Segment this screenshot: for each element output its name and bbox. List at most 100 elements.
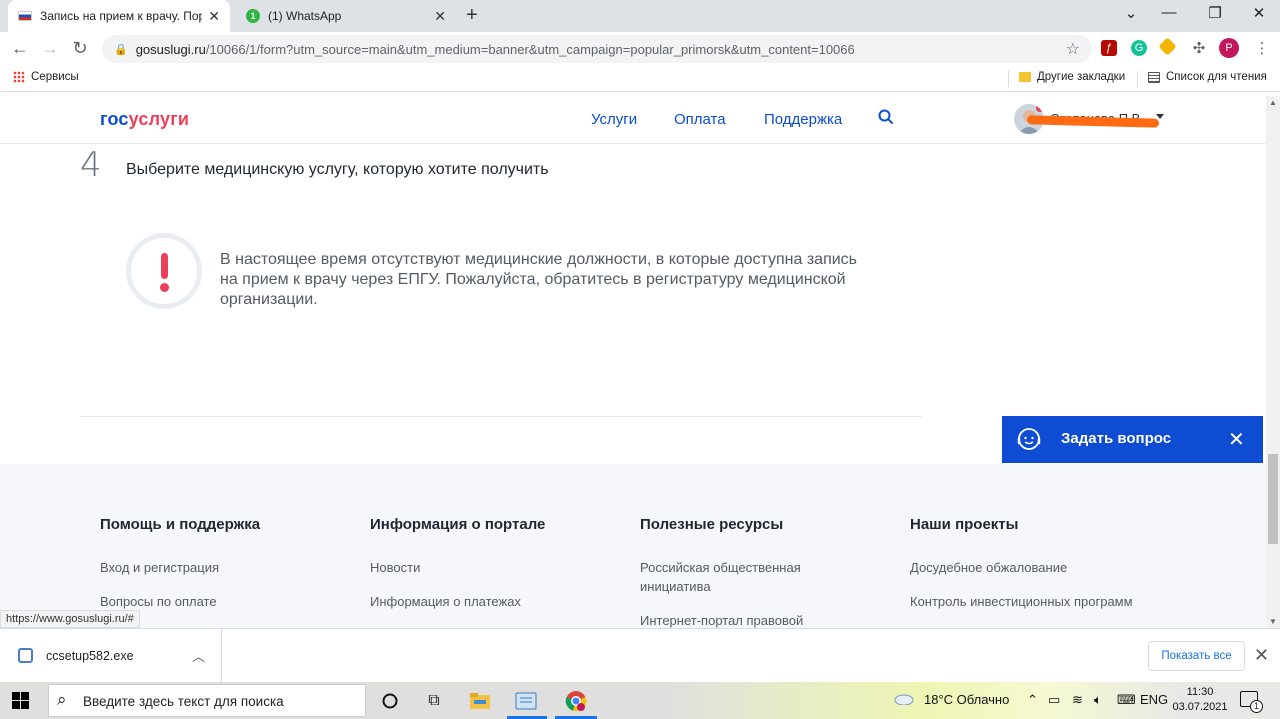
close-window-button[interactable]: ✕ <box>1244 4 1274 22</box>
download-filename: ccsetup582.exe <box>46 649 134 663</box>
windows-start-icon[interactable] <box>12 692 29 709</box>
footer-link[interactable]: Российская общественная инициатива <box>640 558 830 596</box>
tab-search-icon[interactable]: ⌄ <box>1116 4 1146 22</box>
footer-link[interactable]: Новости <box>370 558 420 577</box>
tray-chevron-up-icon[interactable]: ⌃ <box>1027 692 1038 708</box>
footer-link[interactable]: Досудебное обжалование <box>910 558 1067 577</box>
taskbar-search-box[interactable]: ⌕ Введите здесь текст для поиска <box>48 684 366 717</box>
task-view-icon[interactable]: ⧉ <box>423 690 445 712</box>
bookmarks-separator <box>1137 71 1138 87</box>
warning-message: В настоящее время отсутствуют медицински… <box>220 251 858 308</box>
scrollbar-thumb[interactable] <box>1268 454 1278 544</box>
footer-link[interactable]: Вопросы по оплате <box>100 592 217 611</box>
footer-link[interactable]: Контроль инвестиционных программ <box>910 592 1133 611</box>
address-bar[interactable]: 🔒 gosuslugi.ru/10066/1/form?utm_source=m… <box>102 35 1092 63</box>
download-bar: ccsetup582.exe ︿ Показать все ✕ <box>0 628 1280 683</box>
whatsapp-icon: 1 <box>246 9 260 23</box>
other-bookmarks-label: Другие закладки <box>1037 71 1126 83</box>
footer-heading: Помощь и поддержка <box>100 516 261 533</box>
pdf-extension-icon[interactable]: ƒ <box>1101 40 1117 56</box>
reload-button[interactable]: ↻ <box>68 38 92 59</box>
forward-button[interactable]: → <box>38 38 62 59</box>
nav-support[interactable]: Поддержка <box>764 111 842 128</box>
language-indicator[interactable]: ENG <box>1140 692 1168 707</box>
url-host: gosuslugi.ru <box>135 41 206 57</box>
chrome-icon[interactable] <box>565 690 587 712</box>
reading-list-icon <box>1148 71 1160 83</box>
keyboard-icon[interactable]: ⌨︎ <box>1117 692 1136 708</box>
bookmarks-separator <box>1008 71 1009 87</box>
step-title: Выберите медицинскую услугу, которую хот… <box>126 161 549 178</box>
back-button[interactable]: ← <box>8 38 32 59</box>
nav-payment[interactable]: Оплата <box>674 111 726 128</box>
show-all-downloads-button[interactable]: Показать все <box>1148 641 1245 671</box>
download-item[interactable]: ccsetup582.exe ︿ <box>0 629 222 683</box>
cortana-icon[interactable] <box>379 690 401 712</box>
extensions-puzzle-icon[interactable]: ✣ <box>1191 40 1207 57</box>
maximize-button[interactable]: ❐ <box>1200 4 1230 22</box>
search-icon[interactable] <box>878 109 894 125</box>
close-tab-icon[interactable]: ✕ <box>208 8 220 25</box>
user-menu-chevron-icon[interactable] <box>1156 114 1164 119</box>
tab-gosuslugi[interactable]: Запись на прием к врачу. Порт ✕ <box>8 0 230 32</box>
windows-taskbar: ⌕ Введите здесь текст для поиска ⧉ 18°C … <box>0 682 1280 719</box>
warning-dot <box>160 283 169 292</box>
bookmarks-bar: Сервисы Другие закладки Список для чтени… <box>0 66 1280 92</box>
network-icon[interactable]: ▭ <box>1048 692 1060 708</box>
search-icon: ⌕ <box>57 690 67 709</box>
grammarly-extension-icon[interactable]: G <box>1131 40 1147 56</box>
nav-services[interactable]: Услуги <box>591 111 637 128</box>
minimize-button[interactable]: — <box>1154 4 1184 21</box>
file-explorer-icon[interactable] <box>469 690 491 712</box>
site-footer: Помощь и поддержка Вход и регистрация Во… <box>0 464 1266 628</box>
ask-question-widget[interactable]: Задать вопрос ✕ <box>1002 416 1263 463</box>
chevron-up-icon[interactable]: ︿ <box>192 646 205 665</box>
wifi-icon[interactable]: ≋ <box>1072 692 1083 708</box>
tab-title: Запись на прием к врачу. Порт <box>40 9 203 23</box>
logo-part-b: услуги <box>128 109 190 129</box>
tab-whatsapp[interactable]: 1 (1) WhatsApp ✕ <box>236 0 456 32</box>
apps-grid-icon <box>13 71 25 83</box>
clock-time: 11:30 <box>1186 686 1214 698</box>
support-agent-icon <box>1017 428 1041 450</box>
clock[interactable]: 11:30 03.07.2021 <box>1172 685 1228 715</box>
content-divider <box>80 416 922 417</box>
bookmark-star-icon[interactable]: ☆ <box>1066 39 1080 59</box>
warning-icon <box>126 233 202 309</box>
scroll-down-arrow-icon[interactable]: ▼ <box>1269 617 1277 626</box>
browser-toolbar: ← → ↻ 🔒 gosuslugi.ru/10066/1/form?utm_so… <box>0 32 1280 66</box>
menu-dots-icon[interactable]: ⋮ <box>1254 40 1270 57</box>
russia-flag-icon <box>18 11 32 21</box>
footer-heading: Наши проекты <box>910 516 1019 533</box>
close-tab-icon[interactable]: ✕ <box>434 8 446 25</box>
footer-link[interactable]: Вход и регистрация <box>100 558 219 577</box>
diamond-extension-icon[interactable] <box>1158 37 1177 56</box>
other-bookmarks[interactable]: Другие закладки <box>1019 71 1125 83</box>
status-url-bubble: https://www.gosuslugi.ru/# <box>0 610 140 628</box>
page-scrollbar[interactable]: ▲ ▼ <box>1266 96 1280 628</box>
gosuslugi-logo[interactable]: госуслуги <box>100 109 189 130</box>
notification-count-badge: 1 <box>1250 700 1263 713</box>
footer-heading: Полезные ресурсы <box>640 516 784 533</box>
cloud-weather-icon <box>894 691 914 706</box>
volume-icon[interactable]: 🔈︎ <box>1094 692 1102 708</box>
footer-link[interactable]: Информация о платежах <box>370 592 521 611</box>
installer-file-icon <box>18 648 33 663</box>
new-tab-button[interactable]: + <box>466 4 478 27</box>
url-path: /10066/1/form?utm_source=main&utm_medium… <box>205 41 855 57</box>
browser-tab-strip: Запись на прием к врачу. Порт ✕ 1 (1) Wh… <box>0 0 1280 32</box>
scroll-up-arrow-icon[interactable]: ▲ <box>1269 98 1277 107</box>
tab-title: (1) WhatsApp <box>268 9 342 23</box>
profile-avatar[interactable]: P <box>1219 38 1239 58</box>
footer-heading: Информация о портале <box>370 516 546 533</box>
close-icon[interactable]: ✕ <box>1254 645 1269 666</box>
clock-date: 03.07.2021 <box>1172 701 1228 713</box>
weather-text[interactable]: 18°C Облачно <box>924 692 1009 707</box>
notification-dot <box>1036 104 1044 112</box>
notepad-app-icon[interactable] <box>515 690 537 712</box>
lock-icon: 🔒 <box>114 43 128 56</box>
apps-bookmark[interactable]: Сервисы <box>13 71 79 83</box>
close-icon[interactable]: ✕ <box>1228 427 1245 452</box>
warning-bar <box>161 253 168 279</box>
reading-list[interactable]: Список для чтения <box>1148 71 1267 83</box>
